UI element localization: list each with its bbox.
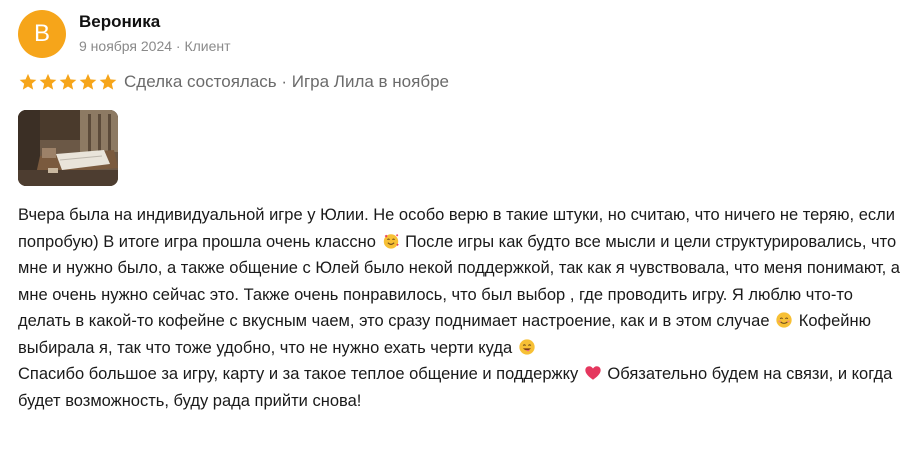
avatar-initial: В <box>33 20 50 47</box>
star-icon <box>39 73 57 90</box>
star-icon <box>99 73 117 90</box>
star-icon <box>79 73 97 90</box>
review-card: В Вероника 9 ноября 2024 · Клиент Сделка… <box>0 0 916 470</box>
photo-image <box>18 110 118 186</box>
review-photo[interactable] <box>18 110 118 186</box>
avatar[interactable]: В <box>18 10 66 58</box>
face-savoring-food-icon <box>519 338 535 355</box>
rating-row: Сделка состоялась · Игра Лила в ноябре <box>18 70 449 94</box>
review-paragraph: Спасибо большое за игру, карту и за тако… <box>18 361 903 414</box>
smiling-face-with-hearts-icon <box>383 233 399 249</box>
author-name[interactable]: Вероника <box>79 12 160 32</box>
smiling-face-icon <box>776 312 792 328</box>
star-icon <box>19 73 37 90</box>
deal-status: Сделка состоялась · Игра Лила в ноябре <box>124 72 449 91</box>
rating-stars <box>18 72 118 92</box>
star-icon <box>59 73 77 90</box>
review-text-segment: Спасибо большое за игру, карту и за тако… <box>18 365 579 383</box>
red-heart-icon <box>585 366 601 380</box>
review-paragraph: Вчера была на индивидуальной игре у Юлии… <box>18 202 903 361</box>
review-text: Вчера была на индивидуальной игре у Юлии… <box>18 202 903 414</box>
review-meta: 9 ноября 2024 · Клиент <box>79 38 231 54</box>
